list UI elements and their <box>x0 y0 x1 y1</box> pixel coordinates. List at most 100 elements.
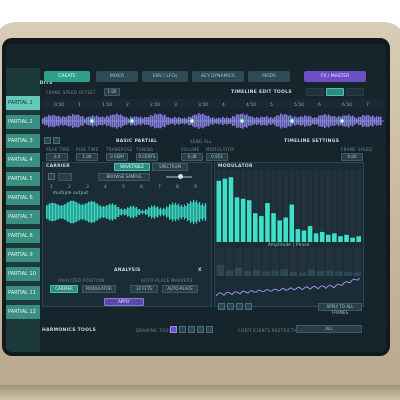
analysis-close-icon[interactable]: X <box>198 268 202 273</box>
analysis-modulator-button[interactable]: MODULATOR <box>82 285 116 293</box>
partial-item-9[interactable]: PARTIAL 9 <box>6 248 40 264</box>
mod-tool-3-icon[interactable] <box>236 303 243 310</box>
field-value-0[interactable]: 0.0 <box>46 153 68 161</box>
tab-key-dynamics[interactable]: KEY DYNAMICS <box>192 71 244 82</box>
carrier-wave-bar <box>137 209 139 215</box>
modulator-curve[interactable] <box>216 278 362 300</box>
play-icon[interactable] <box>48 173 55 180</box>
timeline-settings-label: TIMELINE SETTINGS <box>284 139 340 144</box>
carrier-wave-bar <box>112 203 114 221</box>
field-value-6[interactable]: 0.00 <box>341 153 363 161</box>
tool-btn-3[interactable] <box>346 88 364 96</box>
modulator-bar-5 <box>246 200 252 242</box>
partial-item-3[interactable]: PARTIAL 3 <box>6 134 40 150</box>
carrier-wave-bar <box>91 200 93 224</box>
modulator-bar-16 <box>313 233 319 242</box>
partial-item-5[interactable]: PARTIAL 5 <box>6 172 40 188</box>
partial-item-4[interactable]: PARTIAL 4 <box>6 153 40 169</box>
frame-speed-offset-label: FRAME SPEED OFFSET <box>46 90 96 95</box>
auto-place-button[interactable]: AUTO-PLACE <box>162 285 198 293</box>
line-icon[interactable] <box>179 326 186 333</box>
field-value-5[interactable]: 0.953 <box>206 153 228 161</box>
field-value-1[interactable]: 1.00 <box>76 153 98 161</box>
modulator-curve-path <box>216 278 361 297</box>
eraser-icon[interactable] <box>197 326 204 333</box>
analysis-carrier-button[interactable]: CARRIER <box>50 285 78 293</box>
apply-button[interactable]: APPLY <box>104 298 144 306</box>
prev-icon[interactable] <box>44 137 51 144</box>
carrier-wave-bar <box>86 203 88 221</box>
partial-item-2[interactable]: PARTIAL 2 <box>6 115 40 131</box>
tab-create[interactable]: CREATE <box>44 71 90 82</box>
tool-btn-2[interactable] <box>326 88 344 96</box>
timeline-waveform[interactable] <box>42 108 384 134</box>
partial-item-1[interactable]: PARTIAL 1 <box>6 96 40 112</box>
timeline-edit-tools-label: TIMELINE EDIT TOOLS <box>231 90 292 95</box>
mod-tool-2-icon[interactable] <box>227 303 234 310</box>
frame-speed-value[interactable]: 1.00 <box>104 88 120 96</box>
partial-item-7[interactable]: PARTIAL 7 <box>6 210 40 226</box>
carrier-ruler-tick-3: 4 <box>104 184 107 190</box>
carrier-slider-thumb[interactable] <box>178 174 183 179</box>
carrier-wave-bar <box>184 204 186 220</box>
partial-item-10[interactable]: PARTIAL 10 <box>6 267 40 283</box>
tab-spectrum[interactable]: SPECTRUM <box>152 163 188 171</box>
tab-wavetable[interactable]: WAVETABLE <box>114 163 150 171</box>
mod-tool-4-icon[interactable] <box>245 303 252 310</box>
browse-sample-button[interactable]: BROWSE SAMPLE <box>98 173 150 181</box>
mod-tool-1-icon[interactable] <box>218 303 225 310</box>
carrier-wave-bar <box>107 205 109 219</box>
carrier-wave-bar <box>82 204 84 220</box>
brush-icon[interactable] <box>206 326 213 333</box>
carrier-wave-bar <box>151 205 153 219</box>
modulator-lower-bar-3 <box>243 270 252 276</box>
carrier-wave-bar <box>124 208 126 216</box>
partial-item-8[interactable]: PARTIAL 8 <box>6 229 40 245</box>
apply-all-frames-button[interactable]: APPLY TO ALL FRAMES <box>318 303 362 315</box>
field-label-0: PEAK TIME <box>46 147 70 152</box>
field-value-2[interactable]: 0 SEMI <box>106 153 128 161</box>
curve-icon[interactable] <box>188 326 195 333</box>
modulator-bar-3 <box>234 197 240 242</box>
carrier-wave-bar <box>163 207 165 217</box>
modulator-bars[interactable] <box>216 170 362 242</box>
partial-item-11[interactable]: PARTIAL 11 <box>6 286 40 302</box>
carrier-wave-bar <box>205 203 207 221</box>
carrier-wave-bar <box>128 207 130 217</box>
coefficients-select[interactable]: ALL <box>296 325 362 333</box>
field-value-3[interactable]: 0 CENTS <box>136 153 158 161</box>
ffts-select[interactable]: 32 FFTS <box>130 285 158 293</box>
carrier-wave-bar <box>127 207 129 217</box>
modulator-lower-grid[interactable] <box>216 248 362 276</box>
modulator-lower-bar-4 <box>253 269 261 276</box>
pencil-icon[interactable] <box>170 326 177 333</box>
tool-btn-1[interactable] <box>306 88 324 96</box>
partial-item-12[interactable]: PARTIAL 12 <box>6 305 40 321</box>
carrier-wave-bar <box>74 201 76 223</box>
carrier-wave-bar <box>155 207 157 217</box>
carrier-wave-bar <box>103 206 105 218</box>
harmonics-tools-label: HARMONICS TOOLS <box>42 328 96 333</box>
carrier-wave-bar <box>196 200 198 224</box>
carrier-wave-bar <box>175 202 177 222</box>
small-btn[interactable] <box>58 173 72 181</box>
carrier-wave-bar <box>188 203 190 221</box>
carrier-waveform[interactable] <box>46 194 208 230</box>
next-icon[interactable] <box>53 137 60 144</box>
tab-fx-master[interactable]: FX / MASTER <box>304 71 366 82</box>
carrier-ruler-tick-5: 6 <box>140 184 143 190</box>
partial-item-6[interactable]: PARTIAL 6 <box>6 191 40 207</box>
tab-mods[interactable]: MODS <box>248 71 290 82</box>
carrier-wave-bar <box>203 205 205 219</box>
modulator-bar-9 <box>271 213 276 242</box>
modulator-bar-2 <box>228 177 234 242</box>
field-value-4[interactable]: 0 dB <box>181 153 203 161</box>
tab-mixer[interactable]: MIXER <box>96 71 138 82</box>
field-label-1: RISE TIME <box>76 147 99 152</box>
carrier-wave-bar <box>77 203 79 221</box>
tab-env-lfos[interactable]: ENV / LFOs <box>142 71 188 82</box>
carrier-wave-bar <box>101 206 103 218</box>
carrier-wave-bar <box>115 204 117 220</box>
carrier-wave-bar <box>89 201 91 223</box>
timeline-marker-3 <box>239 118 245 124</box>
